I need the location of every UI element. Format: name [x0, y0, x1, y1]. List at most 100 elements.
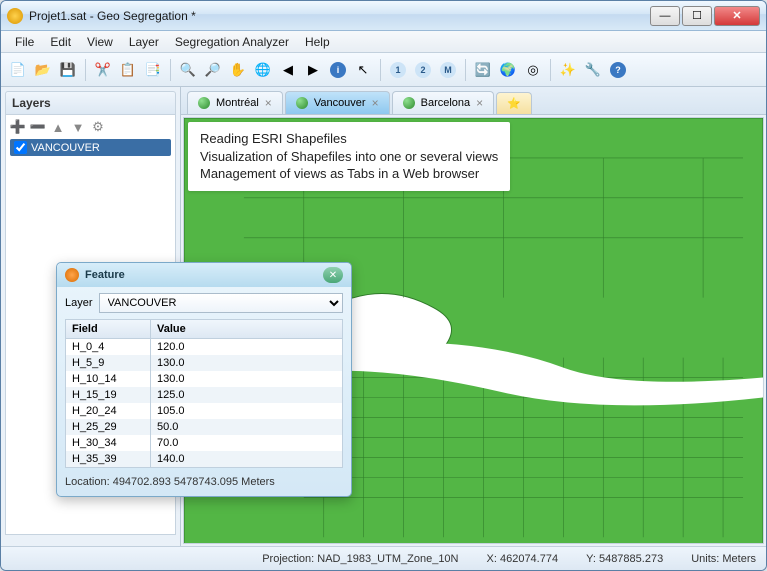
separator: [380, 59, 381, 81]
table-row[interactable]: H_20_24105.0: [66, 403, 342, 419]
copy-icon[interactable]: 📋: [117, 59, 139, 81]
tab-montreal[interactable]: Montréal ×: [187, 91, 283, 114]
status-units: Units: Meters: [691, 553, 756, 565]
settings-icon[interactable]: 🔧: [582, 59, 604, 81]
toolbar: 📄 📂 💾 ✂️ 📋 📑 🔍 🔎 ✋ 🌐 ◀ ▶ i ↖ 1 2 M 🔄 🌍 ◎…: [1, 53, 766, 87]
cell-value: 50.0: [151, 419, 342, 435]
tab-label: Montréal: [216, 97, 259, 109]
tab-close-icon[interactable]: ×: [476, 96, 483, 110]
maximize-button[interactable]: ☐: [682, 6, 712, 26]
separator: [465, 59, 466, 81]
layers-panel-title: Layers: [5, 91, 176, 115]
tab-close-icon[interactable]: ×: [265, 96, 272, 110]
layer-props-icon[interactable]: ⚙: [90, 119, 106, 135]
cut-icon[interactable]: ✂️: [92, 59, 114, 81]
table-row[interactable]: H_30_3470.0: [66, 435, 342, 451]
separator: [85, 59, 86, 81]
menu-file[interactable]: File: [7, 33, 42, 51]
globe-icon: [403, 97, 415, 109]
new-file-icon[interactable]: 📄: [7, 59, 29, 81]
tooltip-line: Management of views as Tabs in a Web bro…: [200, 165, 498, 183]
minimize-button[interactable]: —: [650, 6, 680, 26]
menu-view[interactable]: View: [79, 33, 121, 51]
tooltip-line: Visualization of Shapefiles into one or …: [200, 148, 498, 166]
zoom-in-icon[interactable]: 🔍: [177, 59, 199, 81]
col-field: Field: [66, 320, 151, 338]
close-button[interactable]: ✕: [714, 6, 760, 26]
table-row[interactable]: H_15_19125.0: [66, 387, 342, 403]
menu-segregation-analyzer[interactable]: Segregation Analyzer: [167, 33, 297, 51]
table-row[interactable]: H_10_14130.0: [66, 371, 342, 387]
cell-field: H_15_19: [66, 387, 151, 403]
globe-icon[interactable]: 🌐: [252, 59, 274, 81]
target-icon[interactable]: ◎: [522, 59, 544, 81]
forward-icon[interactable]: ▶: [302, 59, 324, 81]
statusbar: Projection: NAD_1983_UTM_Zone_10N X: 462…: [1, 546, 766, 570]
table-row[interactable]: H_5_9130.0: [66, 355, 342, 371]
pointer-icon[interactable]: ↖: [352, 59, 374, 81]
zoom-out-icon[interactable]: 🔎: [202, 59, 224, 81]
info-icon[interactable]: i: [327, 59, 349, 81]
tab-close-icon[interactable]: ×: [372, 96, 379, 110]
globe-icon: [198, 97, 210, 109]
cell-value: 70.0: [151, 435, 342, 451]
tool-1-icon[interactable]: 1: [387, 59, 409, 81]
menu-layer[interactable]: Layer: [121, 33, 167, 51]
cell-value: 130.0: [151, 371, 342, 387]
dialog-titlebar[interactable]: Feature ✕: [57, 263, 351, 287]
layer-visibility-checkbox[interactable]: [14, 141, 27, 154]
status-x: X: 462074.774: [487, 553, 559, 565]
cell-field: H_30_34: [66, 435, 151, 451]
layer-name: VANCOUVER: [31, 142, 100, 154]
tab-vancouver[interactable]: Vancouver ×: [285, 91, 390, 114]
move-up-icon[interactable]: ▲: [50, 119, 66, 135]
table-row[interactable]: H_0_4120.0: [66, 339, 342, 355]
info-tooltip: Reading ESRI Shapefiles Visualization of…: [188, 122, 510, 191]
menubar: File Edit View Layer Segregation Analyze…: [1, 31, 766, 53]
cell-field: H_5_9: [66, 355, 151, 371]
feature-dialog[interactable]: Feature ✕ Layer VANCOUVER Field Value H_…: [56, 262, 352, 497]
tab-label: Barcelona: [421, 97, 471, 109]
remove-layer-icon[interactable]: ➖: [30, 119, 46, 135]
dialog-icon: [65, 268, 79, 282]
move-down-icon[interactable]: ▼: [70, 119, 86, 135]
back-icon[interactable]: ◀: [277, 59, 299, 81]
status-projection: Projection: NAD_1983_UTM_Zone_10N: [262, 553, 458, 565]
cell-field: H_0_4: [66, 339, 151, 355]
cell-value: 120.0: [151, 339, 342, 355]
col-value: Value: [151, 320, 342, 338]
add-layer-icon[interactable]: ➕: [10, 119, 26, 135]
app-icon: [7, 8, 23, 24]
separator: [550, 59, 551, 81]
layer-item-vancouver[interactable]: VANCOUVER: [10, 139, 171, 156]
refresh-icon[interactable]: 🔄: [472, 59, 494, 81]
save-icon[interactable]: 💾: [57, 59, 79, 81]
location-readout: Location: 494702.893 5478743.095 Meters: [65, 476, 343, 488]
paste-icon[interactable]: 📑: [142, 59, 164, 81]
new-tab-button[interactable]: ⭐: [496, 92, 532, 114]
feature-table-body[interactable]: H_0_4120.0H_5_9130.0H_10_14130.0H_15_191…: [66, 339, 342, 467]
help-icon[interactable]: ?: [607, 59, 629, 81]
menu-help[interactable]: Help: [297, 33, 338, 51]
tool-2-icon[interactable]: 2: [412, 59, 434, 81]
open-file-icon[interactable]: 📂: [32, 59, 54, 81]
table-row[interactable]: H_35_39140.0: [66, 451, 342, 467]
layer-select[interactable]: VANCOUVER: [99, 293, 343, 313]
cell-value: 130.0: [151, 355, 342, 371]
globe-icon: [296, 97, 308, 109]
cell-field: H_25_29: [66, 419, 151, 435]
cell-field: H_35_39: [66, 451, 151, 467]
window-title: Projet1.sat - Geo Segregation *: [29, 9, 650, 23]
tab-barcelona[interactable]: Barcelona ×: [392, 91, 495, 114]
dialog-close-button[interactable]: ✕: [323, 267, 343, 283]
pan-icon[interactable]: ✋: [227, 59, 249, 81]
titlebar: Projet1.sat - Geo Segregation * — ☐ ✕: [1, 1, 766, 31]
separator: [170, 59, 171, 81]
world-icon[interactable]: 🌍: [497, 59, 519, 81]
menu-edit[interactable]: Edit: [42, 33, 79, 51]
wand-icon[interactable]: ✨: [557, 59, 579, 81]
cell-value: 105.0: [151, 403, 342, 419]
cell-value: 125.0: [151, 387, 342, 403]
table-row[interactable]: H_25_2950.0: [66, 419, 342, 435]
tool-m-icon[interactable]: M: [437, 59, 459, 81]
